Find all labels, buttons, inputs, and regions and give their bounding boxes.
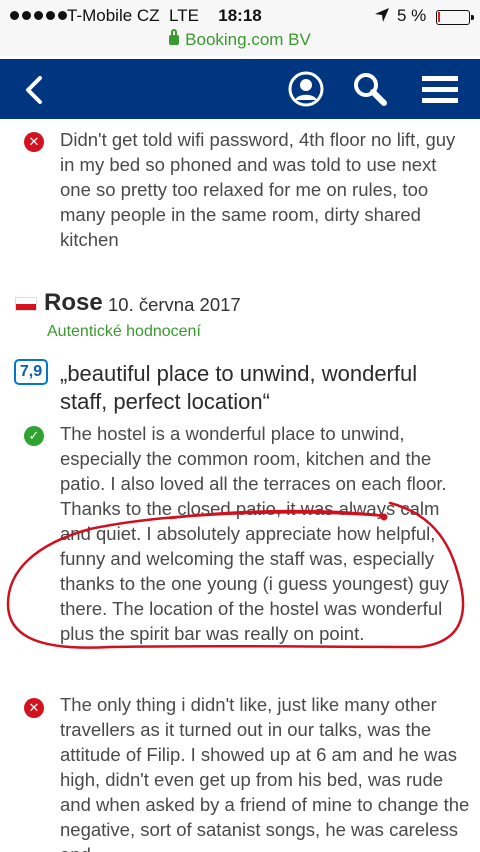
previous-review-negative-text: Didn't get told wifi password, 4th floor…	[60, 129, 456, 250]
search-icon[interactable]	[350, 69, 390, 109]
reviewer-name: Rose	[44, 289, 103, 316]
review-negative-text: The only thing i didn't like, just like …	[60, 694, 470, 852]
negative-icon: ✕	[24, 132, 44, 152]
battery-icon	[436, 10, 474, 25]
review-date: 10. června 2017	[108, 294, 241, 315]
verified-review-label: Autentické hodnocení	[47, 323, 201, 340]
ios-status-bar: T-Mobile CZ LTE 18:18 5 % Booking.com BV	[0, 0, 480, 56]
poland-flag-icon	[15, 297, 37, 311]
lock-icon	[169, 29, 180, 45]
positive-icon: ✓	[24, 426, 44, 446]
profile-icon[interactable]	[286, 69, 326, 109]
menu-icon[interactable]	[420, 69, 460, 109]
location-arrow-icon	[375, 8, 389, 22]
score-badge: 7,9	[14, 359, 48, 385]
review-list: ✕ Didn't get told wifi password, 4th flo…	[0, 119, 480, 852]
battery-percentage: 5 %	[397, 6, 427, 25]
battery-level-fill	[438, 12, 440, 22]
negative-icon: ✕	[24, 698, 44, 718]
back-chevron-icon[interactable]	[20, 73, 50, 107]
url-bar[interactable]: Booking.com BV	[0, 29, 480, 50]
url-text: Booking.com BV	[185, 30, 311, 49]
review-title: „beautiful place to unwind, wonderful st…	[60, 361, 418, 414]
review-positive-text: The hostel is a wonderful place to unwin…	[60, 423, 449, 644]
app-header	[0, 59, 480, 119]
